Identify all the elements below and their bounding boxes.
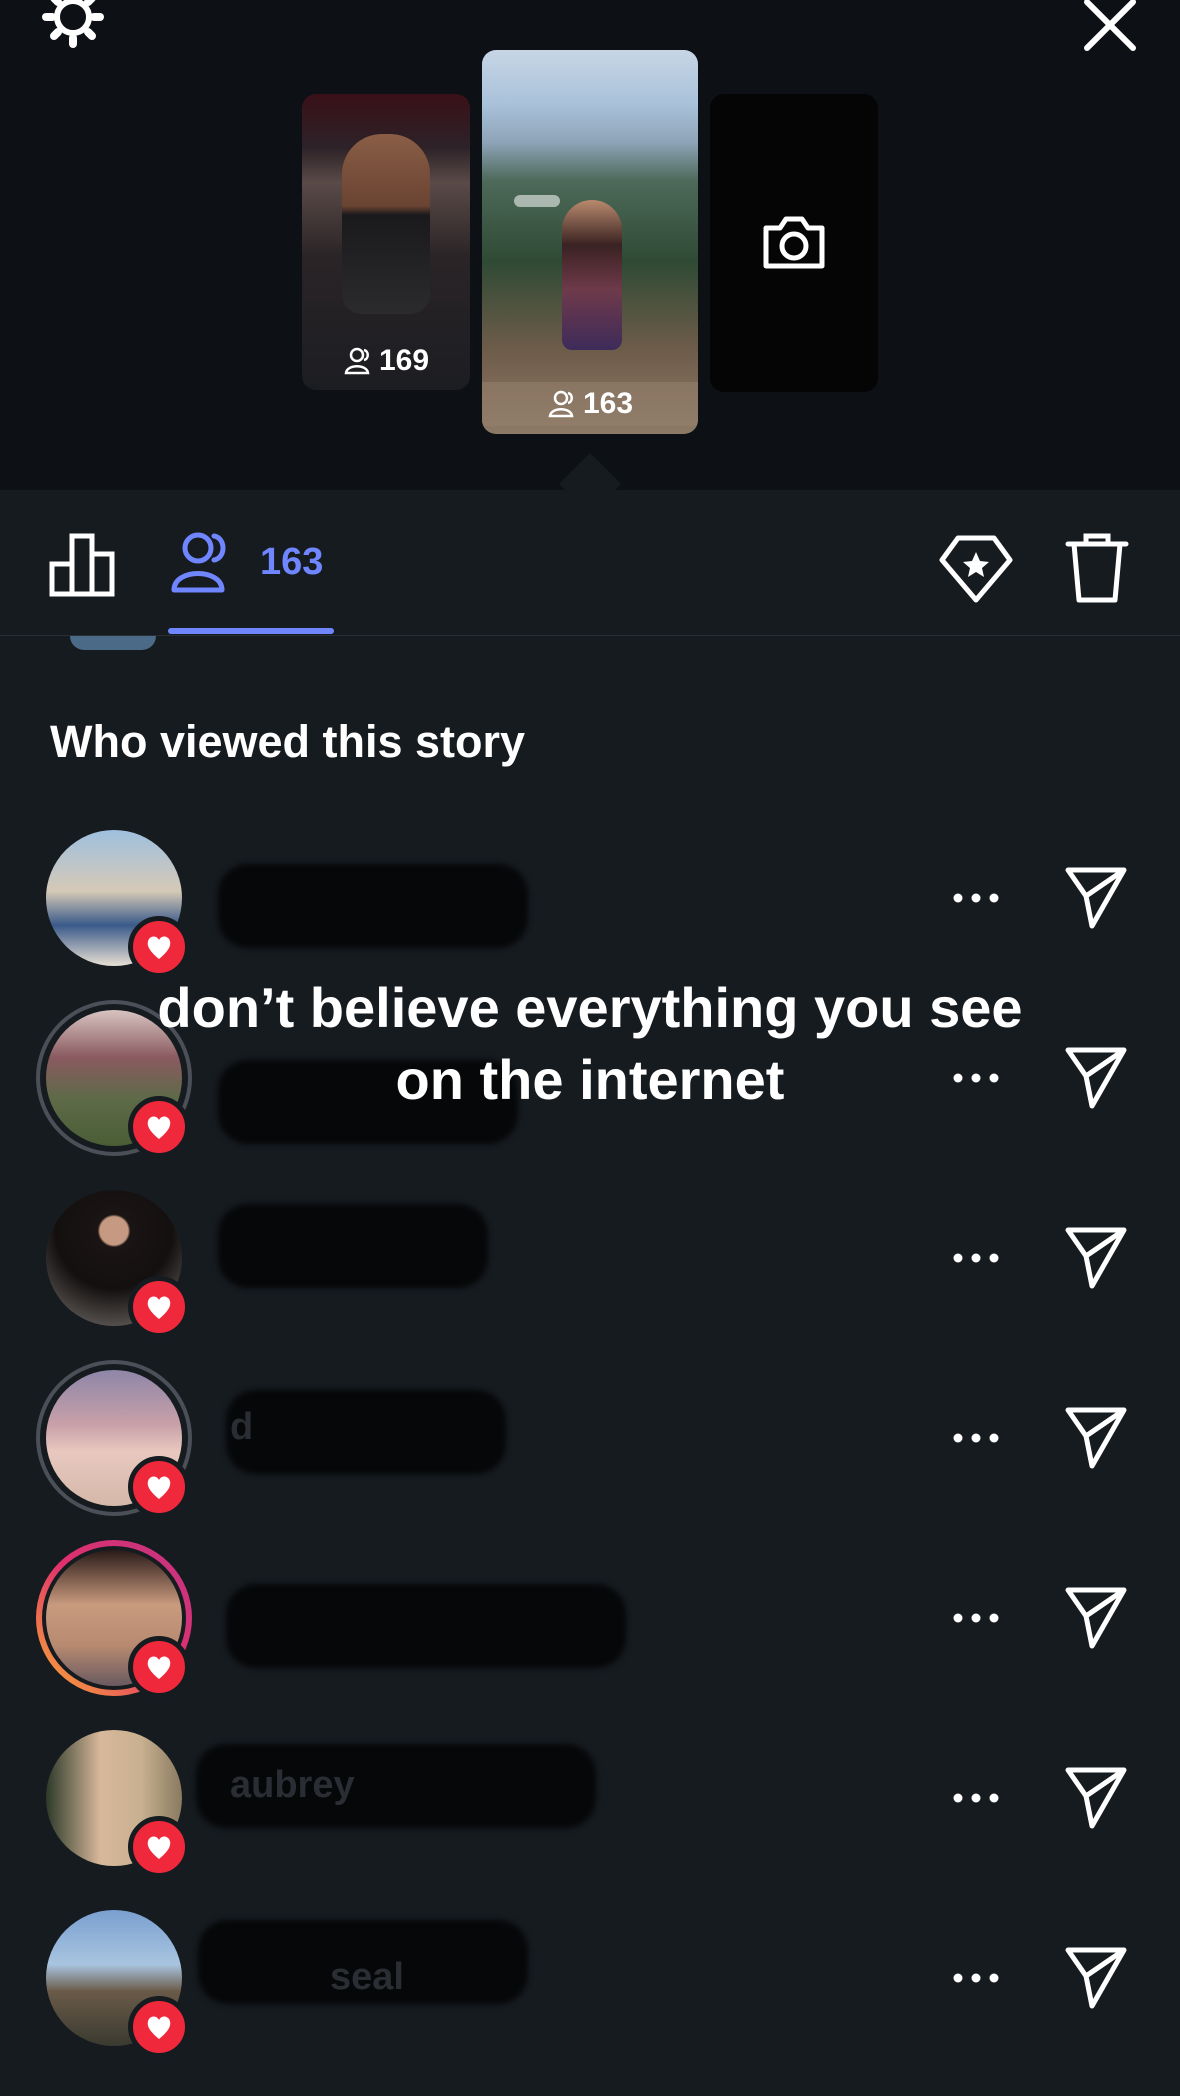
active-tab-indicator: [168, 628, 334, 634]
username: d: [230, 1406, 254, 1448]
settings-gear-icon[interactable]: [38, 0, 108, 52]
more-options-icon[interactable]: [950, 1772, 1002, 1824]
viewer-count-label: 169: [378, 344, 430, 377]
send-icon[interactable]: [1060, 860, 1132, 932]
story-thumbnail-current[interactable]: 163: [482, 50, 698, 434]
viewer-row[interactable]: d: [0, 1360, 1180, 1550]
more-options-icon[interactable]: [950, 1952, 1002, 2004]
heart-icon: [147, 1296, 171, 1319]
redacted-username: [218, 864, 528, 948]
liked-heart-badge: [128, 1636, 190, 1698]
more-options-icon[interactable]: [950, 872, 1002, 924]
heart-icon: [147, 1836, 171, 1859]
heart-icon: [147, 1656, 171, 1679]
viewers-count: 163: [260, 540, 324, 583]
liked-heart-badge: [128, 1456, 190, 1518]
viewers-icon: [171, 532, 226, 593]
story-strip: 169 163: [0, 0, 1180, 490]
redacted-username: [218, 1204, 488, 1288]
heart-icon: [147, 2016, 171, 2039]
more-options-icon[interactable]: [950, 1412, 1002, 1464]
redacted-username: [226, 1584, 626, 1668]
tab-viewers[interactable]: 163: [166, 520, 323, 604]
liked-heart-badge: [128, 1276, 190, 1338]
heart-icon: [147, 1116, 171, 1139]
insights-bar-chart-icon[interactable]: [48, 530, 118, 600]
location-tag: [514, 195, 560, 207]
story-viewer-count: 169: [302, 344, 470, 378]
more-options-icon[interactable]: [950, 1592, 1002, 1644]
section-title: Who viewed this story: [50, 716, 526, 767]
heart-icon: [147, 1476, 171, 1499]
username: seal: [330, 1956, 404, 1998]
story-photo: [342, 134, 430, 314]
add-story-camera-button[interactable]: [710, 94, 878, 392]
viewer-row[interactable]: seal: [0, 1910, 1180, 2090]
send-icon[interactable]: [1060, 1580, 1132, 1652]
viewers-icon: [344, 347, 370, 375]
redacted-username: [226, 1390, 506, 1474]
liked-heart-badge: [128, 1996, 190, 2058]
viewer-row[interactable]: [0, 1190, 1180, 1370]
story-insights-toolbar: 163: [0, 490, 1180, 636]
story-thumbnail-previous[interactable]: 169: [302, 94, 470, 390]
send-icon[interactable]: [1060, 1760, 1132, 1832]
highlight-icon[interactable]: [938, 530, 1014, 606]
overlay-caption: don’t believe everything you see on the …: [157, 976, 1023, 1111]
story-viewer-count: 163: [482, 382, 698, 426]
close-icon[interactable]: [1075, 0, 1145, 60]
send-icon[interactable]: [1060, 1220, 1132, 1292]
viewer-row[interactable]: [0, 1546, 1180, 1730]
send-icon[interactable]: [1060, 1040, 1132, 1112]
story-photo: [562, 200, 622, 350]
trash-icon[interactable]: [1062, 530, 1132, 606]
camera-icon: [763, 216, 825, 269]
more-options-icon[interactable]: [950, 1232, 1002, 1284]
send-icon[interactable]: [1060, 1940, 1132, 2012]
heart-icon: [147, 936, 171, 959]
liked-heart-badge: [128, 1816, 190, 1878]
send-icon[interactable]: [1060, 1400, 1132, 1472]
partial-avatar: [70, 636, 156, 650]
username: aubrey: [230, 1764, 355, 1806]
viewer-row[interactable]: aubrey: [0, 1730, 1180, 1910]
viewers-icon: [548, 390, 574, 418]
viewer-count-label: 163: [582, 387, 634, 420]
liked-heart-badge: [128, 916, 190, 978]
